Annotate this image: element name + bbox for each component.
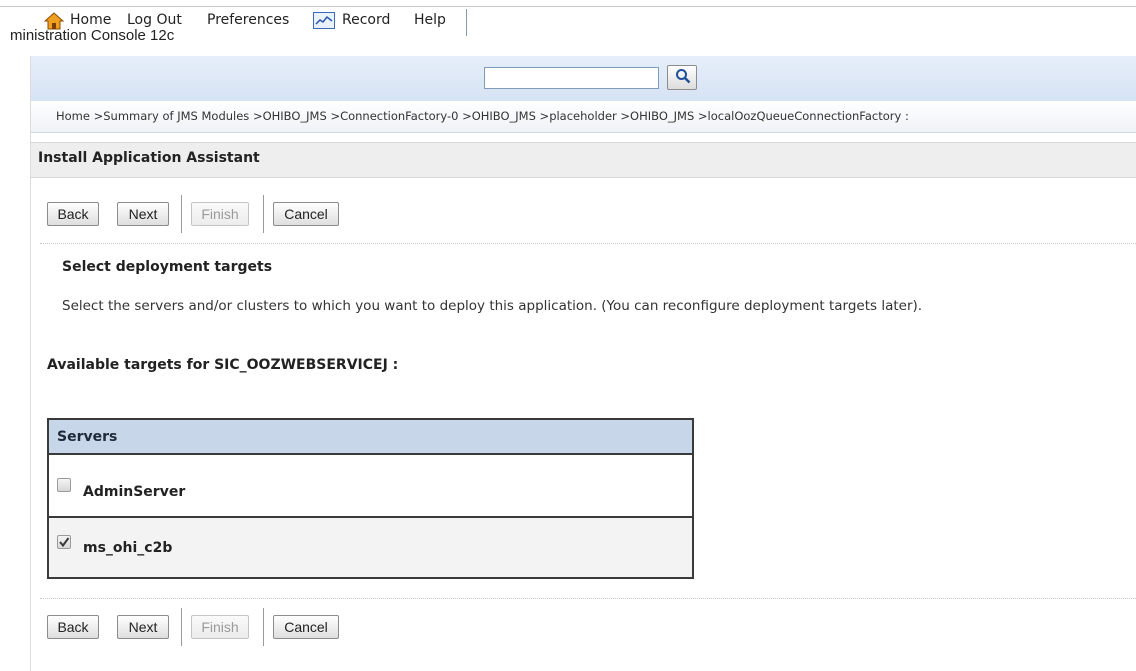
server-name: AdminServer xyxy=(83,484,186,500)
next-button-top[interactable]: Next xyxy=(117,202,169,226)
button-separator xyxy=(181,608,182,646)
cancel-button-bottom[interactable]: Cancel xyxy=(273,615,339,639)
next-button-bottom[interactable]: Next xyxy=(117,615,169,639)
toolbar-preferences-link[interactable]: Preferences xyxy=(207,12,289,28)
back-button-top[interactable]: Back xyxy=(47,202,99,226)
section-divider xyxy=(40,243,1136,244)
search-button[interactable] xyxy=(667,65,697,90)
top-divider xyxy=(0,6,1136,7)
toolbar-separator xyxy=(466,9,467,36)
table-row: AdminServer xyxy=(49,455,692,518)
breadcrumb[interactable]: Home >Summary of JMS Modules >OHIBO_JMS … xyxy=(56,109,909,123)
toolbar-help-link[interactable]: Help xyxy=(414,12,446,28)
servers-column-header: Servers xyxy=(57,429,118,445)
button-separator xyxy=(263,195,264,233)
button-separator xyxy=(263,608,264,646)
toolbar-logout-link[interactable]: Log Out xyxy=(127,12,182,28)
panel-title: Install Application Assistant xyxy=(38,150,260,166)
search-input[interactable] xyxy=(484,67,659,89)
server-checkbox-ms-ohi-c2b[interactable] xyxy=(57,535,71,549)
table-row: ms_ohi_c2b xyxy=(49,518,692,577)
servers-table-header: Servers xyxy=(49,420,692,455)
finish-button-top[interactable]: Finish xyxy=(191,202,249,226)
server-name: ms_ohi_c2b xyxy=(83,540,173,556)
app-title: ministration Console 12c xyxy=(10,27,175,44)
search-icon xyxy=(676,69,691,84)
checkmark-icon xyxy=(59,537,70,548)
record-icon[interactable] xyxy=(313,12,335,29)
finish-button-bottom[interactable]: Finish xyxy=(191,615,249,639)
servers-table: Servers AdminServer ms_ohi_c2b xyxy=(47,418,694,579)
cancel-button-top[interactable]: Cancel xyxy=(273,202,339,226)
toolbar-home-link[interactable]: Home xyxy=(70,12,111,28)
section-heading: Select deployment targets xyxy=(62,259,273,275)
targets-label: Available targets for SIC_OOZWEBSERVICEJ… xyxy=(47,357,399,373)
button-separator xyxy=(181,195,182,233)
server-checkbox-adminserver[interactable] xyxy=(57,478,71,492)
section-description: Select the servers and/or clusters to wh… xyxy=(62,298,923,314)
back-button-bottom[interactable]: Back xyxy=(47,615,99,639)
home-icon[interactable] xyxy=(44,11,64,31)
toolbar-record-link[interactable]: Record xyxy=(342,12,390,28)
section-divider xyxy=(40,598,1136,599)
